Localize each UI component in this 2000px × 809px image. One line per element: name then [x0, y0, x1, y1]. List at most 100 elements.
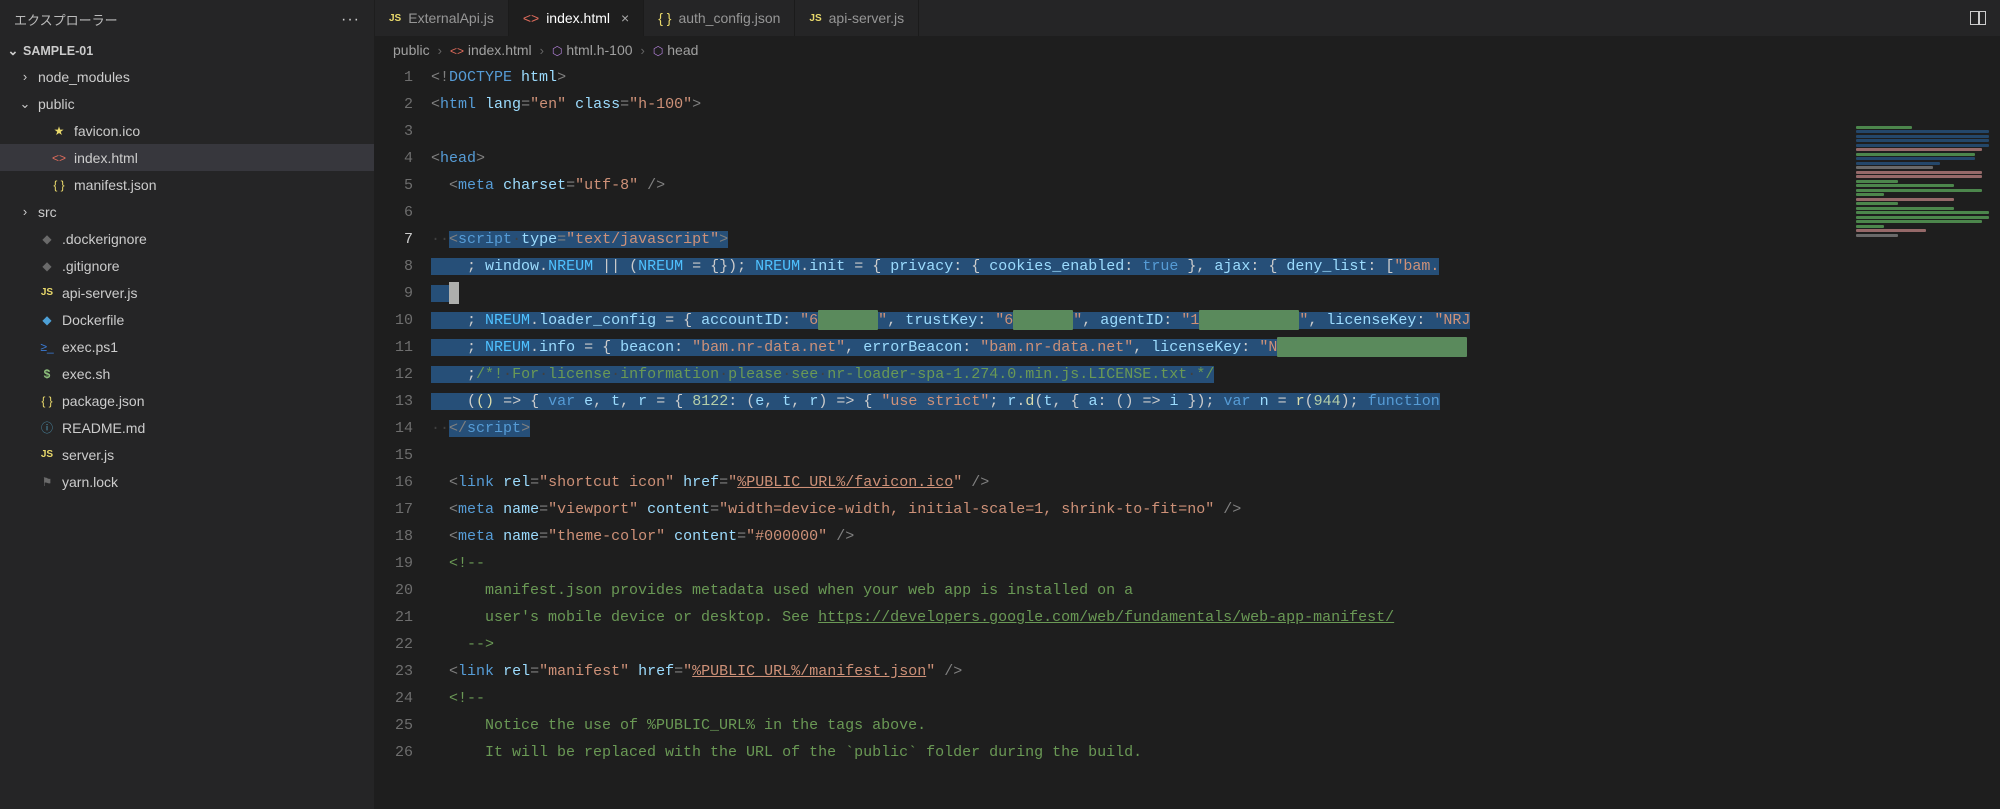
file-label: package.json	[62, 393, 145, 409]
line-number: 13	[375, 388, 413, 415]
line-number: 19	[375, 550, 413, 577]
code-line[interactable]: -->	[431, 631, 2000, 658]
file-label: server.js	[62, 447, 114, 463]
line-number: 6	[375, 199, 413, 226]
file-item[interactable]: ⓘREADME.md	[0, 414, 374, 441]
file-item[interactable]: { }manifest.json	[0, 171, 374, 198]
project-name: SAMPLE-01	[23, 44, 93, 58]
file-label: .dockerignore	[62, 231, 147, 247]
line-number: 14	[375, 415, 413, 442]
line-number: 2	[375, 91, 413, 118]
tab-bar: JSExternalApi.js<>index.html×{ }auth_con…	[375, 0, 2000, 36]
file-item[interactable]: ◆.dockerignore	[0, 225, 374, 252]
folder-item[interactable]: ⌄ public	[0, 90, 374, 117]
code-line[interactable]: <!--	[431, 550, 2000, 577]
breadcrumb-item[interactable]: <> index.html	[450, 42, 532, 58]
line-number: 7	[375, 226, 413, 253]
tab-label: auth_config.json	[678, 10, 780, 26]
breadcrumbs[interactable]: public›<> index.html›⬡ html.h-100›⬡ head	[375, 36, 2000, 64]
chevron-icon: ⌄	[18, 96, 32, 112]
code-line[interactable]	[431, 442, 2000, 469]
line-number: 3	[375, 118, 413, 145]
line-number: 17	[375, 496, 413, 523]
code-line[interactable]: <head>	[431, 145, 2000, 172]
code-line[interactable]: <meta name="theme-color" content="#00000…	[431, 523, 2000, 550]
code-area[interactable]: <!DOCTYPE html><html lang="en" class="h-…	[431, 64, 2000, 809]
file-label: .gitignore	[62, 258, 120, 274]
sidebar-title: エクスプローラー	[14, 10, 118, 29]
code-line[interactable]: It will be replaced with the URL of the …	[431, 739, 2000, 766]
code-line[interactable]: <link rel="shortcut icon" href="%PUBLIC_…	[431, 469, 2000, 496]
tab-label: index.html	[546, 10, 610, 26]
sidebar-header: エクスプローラー ···	[0, 0, 374, 39]
line-number: 24	[375, 685, 413, 712]
code-line[interactable]: ; NREUM.info = { beacon: "bam.nr-data.ne…	[431, 334, 2000, 361]
more-icon[interactable]: ···	[341, 11, 360, 29]
file-item[interactable]: ★favicon.ico	[0, 117, 374, 144]
code-line[interactable]: <meta name="viewport" content="width=dev…	[431, 496, 2000, 523]
file-item[interactable]: $exec.sh	[0, 360, 374, 387]
line-number: 15	[375, 442, 413, 469]
explorer-sidebar: エクスプローラー ··· ⌄ SAMPLE-01 ›node_modules ⌄ p…	[0, 0, 375, 809]
line-number: 12	[375, 361, 413, 388]
close-icon[interactable]: ×	[621, 10, 629, 26]
file-label: public	[38, 96, 75, 112]
code-line[interactable]: user's mobile device or desktop. See htt…	[431, 604, 2000, 631]
file-label: yarn.lock	[62, 474, 118, 490]
line-number: 16	[375, 469, 413, 496]
code-line[interactable]: manifest.json provides metadata used whe…	[431, 577, 2000, 604]
code-line[interactable]	[431, 118, 2000, 145]
code-line[interactable]: ; NREUM.loader_config = { accountID: "6"…	[431, 307, 2000, 334]
file-item[interactable]: JSapi-server.js	[0, 279, 374, 306]
tab-label: api-server.js	[829, 10, 904, 26]
code-line[interactable]: ··</script>	[431, 415, 2000, 442]
code-line[interactable]: <html lang="en" class="h-100">	[431, 91, 2000, 118]
line-number: 9	[375, 280, 413, 307]
file-item[interactable]: <>index.html	[0, 144, 374, 171]
line-number: 11	[375, 334, 413, 361]
code-line[interactable]: <!DOCTYPE html>	[431, 64, 2000, 91]
editor-area: JSExternalApi.js<>index.html×{ }auth_con…	[375, 0, 2000, 809]
editor-tab[interactable]: JSExternalApi.js	[375, 0, 509, 36]
code-line[interactable]: ··<script·type="text/javascript">	[431, 226, 2000, 253]
file-item[interactable]: ⚑yarn.lock	[0, 468, 374, 495]
folder-item[interactable]: ›src	[0, 198, 374, 225]
code-line[interactable]: ;/*!·For·license·information·please·see·…	[431, 361, 2000, 388]
breadcrumb-item[interactable]: ⬡ head	[653, 42, 699, 58]
split-editor-icon[interactable]	[1970, 11, 1986, 25]
editor-tab[interactable]: { }auth_config.json	[644, 0, 795, 36]
file-label: api-server.js	[62, 285, 137, 301]
file-label: favicon.ico	[74, 123, 140, 139]
line-number: 5	[375, 172, 413, 199]
code-line[interactable]: <meta charset="utf-8" />	[431, 172, 2000, 199]
code-line[interactable]: ; window.NREUM || (NREUM = {}); NREUM.in…	[431, 253, 2000, 280]
editor-tab[interactable]: JSapi-server.js	[795, 0, 919, 36]
code-line[interactable]: <!--	[431, 685, 2000, 712]
file-item[interactable]: JSserver.js	[0, 441, 374, 468]
code-line[interactable]: Notice the use of %PUBLIC_URL% in the ta…	[431, 712, 2000, 739]
editor[interactable]: 1234567891011121314151617181920212223242…	[375, 64, 2000, 809]
line-number: 21	[375, 604, 413, 631]
code-line[interactable]: (() => { var e, t, r = { 8122: (e, t, r)…	[431, 388, 2000, 415]
breadcrumb-item[interactable]: public	[393, 42, 430, 58]
project-header[interactable]: ⌄ SAMPLE-01	[0, 39, 374, 63]
folder-item[interactable]: ›node_modules	[0, 63, 374, 90]
code-line[interactable]: <link rel="manifest" href="%PUBLIC_URL%/…	[431, 658, 2000, 685]
line-number: 18	[375, 523, 413, 550]
line-number: 25	[375, 712, 413, 739]
chevron-icon: ›	[18, 69, 32, 84]
breadcrumb-item[interactable]: ⬡ html.h-100	[552, 42, 633, 58]
line-number: 26	[375, 739, 413, 766]
file-item[interactable]: ≥_exec.ps1	[0, 333, 374, 360]
code-line[interactable]	[431, 280, 2000, 307]
tab-label: ExternalApi.js	[408, 10, 494, 26]
minimap[interactable]	[1852, 124, 1992, 374]
line-number: 23	[375, 658, 413, 685]
file-item[interactable]: { }package.json	[0, 387, 374, 414]
code-line[interactable]	[431, 199, 2000, 226]
file-item[interactable]: ◆Dockerfile	[0, 306, 374, 333]
line-number: 4	[375, 145, 413, 172]
file-item[interactable]: ◆.gitignore	[0, 252, 374, 279]
file-tree: ›node_modules ⌄ public ★favicon.ico<>index.…	[0, 63, 374, 809]
editor-tab[interactable]: <>index.html×	[509, 0, 644, 36]
